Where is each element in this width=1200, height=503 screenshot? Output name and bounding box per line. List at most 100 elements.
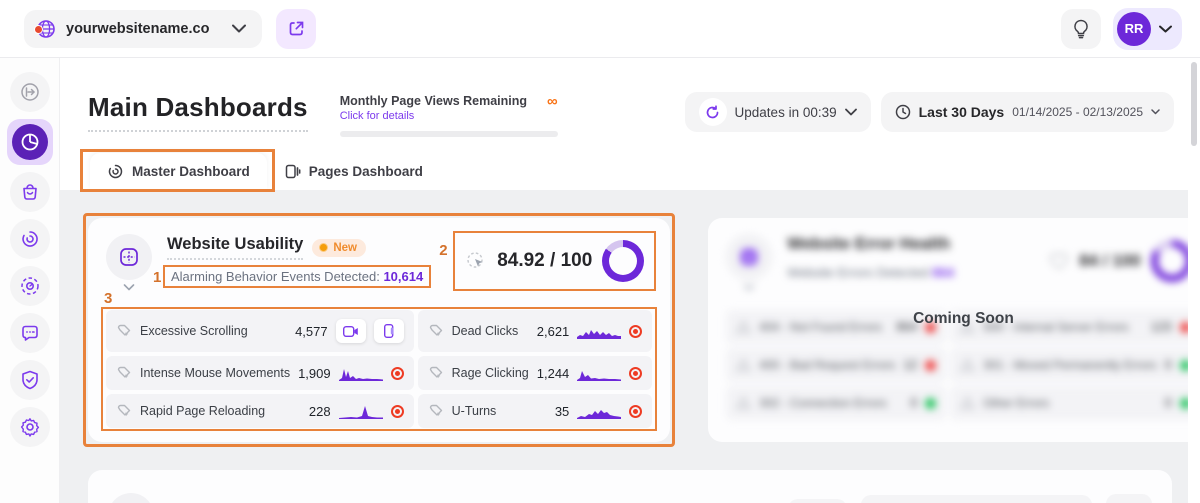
website-name: yourwebsitename.co xyxy=(66,21,222,37)
error-score-value: 84 / 100 xyxy=(1079,251,1140,271)
errors-detected-count: 864 xyxy=(932,265,954,280)
status-dot xyxy=(925,398,936,409)
error-row-400: 400 - Bad Request Errors 12 xyxy=(726,348,946,382)
metric-row-dead-clicks[interactable]: Dead Clicks 2,621 xyxy=(418,310,653,352)
usability-score: 2 84.92 / 100 xyxy=(457,234,652,288)
top-bar: yourwebsitename.co RR xyxy=(0,0,1200,58)
annotation-number-2: 2 xyxy=(439,242,447,259)
usability-score-donut xyxy=(602,240,644,282)
alarming-events-count: 10,614 xyxy=(383,269,423,284)
tab-master-dashboard[interactable]: Master Dashboard xyxy=(90,153,267,190)
pages-dashboard-icon xyxy=(284,163,301,180)
behavior-tag-icon xyxy=(116,403,132,419)
coming-soon-label: Coming Soon xyxy=(708,310,1200,328)
behavior-tag-icon xyxy=(116,365,132,381)
device-phone-button[interactable] xyxy=(374,319,404,343)
sidebar-item-settings[interactable] xyxy=(10,407,50,447)
click-cursor-icon xyxy=(465,250,487,272)
sidebar-item-security[interactable] xyxy=(10,360,50,400)
tab-label: Pages Dashboard xyxy=(309,164,423,179)
export-button[interactable] xyxy=(788,499,847,503)
session-recordings-icon xyxy=(20,276,40,296)
security-shield-icon xyxy=(21,370,39,390)
clock-icon xyxy=(895,104,911,120)
badge-dot-icon xyxy=(319,243,328,252)
metric-row-excessive-scrolling[interactable]: Excessive Scrolling 4,577 xyxy=(106,310,414,352)
tips-button[interactable] xyxy=(1061,9,1101,49)
sparkline-chart xyxy=(339,403,383,419)
chevron-down-icon xyxy=(1151,109,1160,115)
website-favicon-icon xyxy=(36,19,56,39)
tab-label: Master Dashboard xyxy=(132,164,250,179)
sidebar-item-feedback[interactable] xyxy=(10,313,50,353)
updates-dropdown[interactable]: Updates in 00:39 xyxy=(685,92,871,132)
error-health-score: 84 / 100 xyxy=(1041,234,1200,288)
metric-row-rage-clicking[interactable]: Rage Clicking 1,244 xyxy=(418,356,653,390)
quota-progress-bar xyxy=(340,131,558,137)
error-row-302: 302 - Connection Errors 0 xyxy=(726,386,946,420)
website-error-health-card: Website Error Health Website Errors Dete… xyxy=(708,218,1200,442)
behavior-tag-icon xyxy=(116,323,132,339)
app-window: yourwebsitename.co RR xyxy=(0,0,1200,503)
dashboards-pie-icon xyxy=(12,124,48,160)
error-alert-icon xyxy=(960,358,975,372)
error-card-collapse xyxy=(726,234,772,280)
error-health-icon xyxy=(737,245,761,269)
sparkline-chart xyxy=(339,365,383,381)
error-card-title: Website Error Health xyxy=(787,235,950,258)
chevron-down-icon xyxy=(744,284,755,291)
chevron-down-icon xyxy=(1159,25,1172,33)
behavior-tag-icon xyxy=(428,323,444,339)
website-usability-card: Website Usability New 1 Alarming xyxy=(88,218,670,442)
filters-button[interactable] xyxy=(1106,494,1152,503)
record-icon[interactable] xyxy=(629,367,642,380)
metric-row-rapid-page-reloading[interactable]: Rapid Page Reloading 228 xyxy=(106,394,414,428)
sparkline-chart xyxy=(577,365,621,381)
sidebar-item-collapse[interactable] xyxy=(10,72,50,112)
error-alert-icon xyxy=(960,396,975,410)
new-badge: New xyxy=(312,239,366,257)
page-views-card: Page Views, Sessions & Visitors xyxy=(88,470,1172,503)
tab-pages-dashboard[interactable]: Pages Dashboard xyxy=(267,153,440,190)
open-website-button[interactable] xyxy=(276,9,316,49)
collapse-sidebar-icon xyxy=(20,82,40,102)
usability-scan-icon xyxy=(117,245,141,269)
video-recording-button[interactable] xyxy=(336,319,366,343)
record-icon[interactable] xyxy=(629,325,642,338)
page-views-card-collapse[interactable] xyxy=(108,493,154,503)
metric-row-intense-mouse-movements[interactable]: Intense Mouse Movements 1,909 xyxy=(106,356,414,390)
record-icon[interactable] xyxy=(391,367,404,380)
period-label: Last 30 Days xyxy=(919,104,1005,120)
sidebar-item-store[interactable] xyxy=(10,172,50,212)
chevron-down-icon xyxy=(845,108,857,116)
metric-row-u-turns[interactable]: U-Turns 35 xyxy=(418,394,653,428)
page-title: Main Dashboards xyxy=(88,92,308,132)
master-dashboard-icon xyxy=(107,163,124,180)
sidebar-item-recordings[interactable] xyxy=(10,266,50,306)
heart-icon xyxy=(1049,252,1069,270)
chevron-down-icon xyxy=(232,24,246,33)
chevron-down-icon xyxy=(124,284,135,291)
errors-detected-line: Website Errors Detected 864 xyxy=(787,265,954,280)
website-selector[interactable]: yourwebsitename.co xyxy=(24,10,262,48)
sidebar xyxy=(0,58,60,503)
updates-label: Updates in 00:39 xyxy=(735,105,837,120)
profile-menu[interactable]: RR xyxy=(1113,8,1182,50)
usability-card-title: Website Usability xyxy=(167,235,303,260)
alarming-events-line: 1 Alarming Behavior Events Detected: 10,… xyxy=(167,267,427,286)
settings-gear-icon xyxy=(20,417,40,437)
scrollbar-track xyxy=(1188,58,1200,503)
record-icon[interactable] xyxy=(391,405,404,418)
error-alert-icon xyxy=(736,358,751,372)
scrollbar-thumb[interactable] xyxy=(1191,62,1197,146)
date-range-picker[interactable]: Last 30 Days 01/14/2025 - 02/13/2025 xyxy=(881,92,1174,132)
annotation-number-3: 3 xyxy=(104,290,112,307)
sidebar-item-dashboards[interactable] xyxy=(7,119,53,165)
record-icon[interactable] xyxy=(629,405,642,418)
avatar: RR xyxy=(1117,12,1151,46)
usability-card-collapse[interactable] xyxy=(106,234,152,280)
feedback-chat-icon xyxy=(20,323,40,343)
sparkline-chart xyxy=(577,403,621,419)
quota-details-link[interactable]: Click for details xyxy=(340,110,527,122)
sidebar-item-performance[interactable] xyxy=(10,219,50,259)
